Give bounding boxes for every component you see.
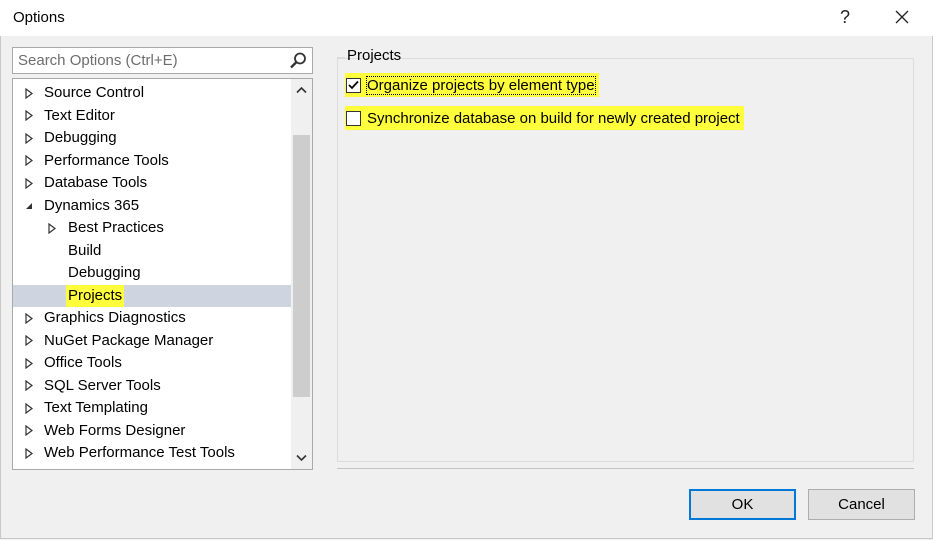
scroll-down-button[interactable] — [291, 447, 312, 469]
tree-item[interactable]: Source Control — [13, 82, 291, 105]
chevron-up-icon — [296, 86, 307, 94]
close-button[interactable] — [879, 0, 925, 34]
organize-projects-option[interactable]: Organize projects by element type — [345, 73, 599, 97]
expand-arrow-icon[interactable] — [23, 330, 35, 352]
tree-item[interactable]: Database Tools — [13, 172, 291, 195]
group-title: Projects — [347, 47, 402, 64]
tree-item-label: Text Templating — [44, 399, 148, 416]
expand-arrow-icon[interactable] — [23, 397, 35, 419]
tree-item[interactable]: Text Templating — [13, 397, 291, 420]
tree-list: Source Control Text Editor Debugging Perfor… — [13, 82, 291, 465]
search-input[interactable] — [13, 48, 288, 73]
scroll-thumb[interactable] — [293, 135, 310, 397]
help-button[interactable]: ? — [822, 0, 868, 34]
tree-item[interactable]: Debugging — [13, 127, 291, 150]
tree-item-label: Debugging — [68, 264, 141, 281]
chevron-down-icon — [296, 454, 307, 462]
window-title: Options — [13, 9, 65, 26]
tree-item[interactable]: Dynamics 365 — [13, 195, 291, 218]
expand-arrow-icon[interactable] — [23, 442, 35, 464]
expand-arrow-icon[interactable] — [23, 105, 35, 127]
tree-item[interactable]: Office Tools — [13, 352, 291, 375]
tree-item-label: NuGet Package Manager — [44, 331, 214, 349]
expand-arrow-icon[interactable] — [23, 352, 35, 374]
tree-item[interactable]: NuGet Package Manager — [13, 330, 291, 353]
organize-projects-checkbox[interactable] — [346, 77, 361, 93]
synchronize-database-label[interactable]: Synchronize database on build for newly … — [367, 110, 740, 127]
search-icon[interactable] — [288, 51, 308, 71]
tree-item[interactable]: Web Forms Designer — [13, 420, 291, 443]
tree-item-label: Source Control — [44, 84, 145, 101]
tree-item-label: Graphics Diagnostics — [44, 309, 186, 326]
organize-projects-label[interactable]: Organize projects by element type — [366, 75, 596, 95]
expand-arrow-icon[interactable] — [23, 172, 35, 194]
cancel-button[interactable]: Cancel — [808, 489, 915, 520]
tree-item[interactable]: Build — [13, 240, 291, 263]
tree-item-label: Performance Tools — [44, 151, 169, 169]
scroll-up-button[interactable] — [291, 79, 312, 101]
tree-item[interactable]: Graphics Diagnostics — [13, 307, 291, 330]
tree-item[interactable]: Projects — [13, 284, 291, 307]
expand-arrow-icon[interactable] — [23, 420, 35, 442]
tree-item-label: Office Tools — [44, 354, 122, 371]
checkmark-icon — [348, 80, 359, 90]
close-icon — [895, 10, 909, 24]
tree-item-label: Projects — [66, 284, 125, 307]
synchronize-database-option[interactable]: Synchronize database on build for newly … — [345, 106, 744, 130]
tree-item[interactable]: Text Editor — [13, 105, 291, 128]
tree-item[interactable]: SQL Server Tools — [13, 375, 291, 398]
expand-arrow-icon[interactable] — [46, 217, 58, 239]
title-bar: Options ? — [0, 0, 933, 36]
options-tree[interactable]: Source Control Text Editor Debugging Perfor… — [12, 78, 313, 470]
ok-button[interactable]: OK — [689, 489, 796, 520]
search-box[interactable] — [12, 47, 313, 74]
synchronize-database-checkbox[interactable] — [346, 110, 361, 126]
tree-item-label: Build — [68, 241, 102, 259]
tree-item[interactable]: Best Practices — [13, 217, 291, 240]
expand-arrow-icon[interactable] — [23, 127, 35, 149]
tree-scrollbar[interactable] — [291, 79, 312, 469]
tree-item-label: Best Practices — [68, 219, 164, 236]
tree-item-label: Text Editor — [44, 106, 115, 124]
tree-item[interactable]: Debugging — [13, 262, 291, 285]
expand-arrow-icon[interactable] — [23, 307, 35, 329]
tree-item-label: SQL Server Tools — [44, 376, 161, 394]
tree-item-label: Dynamics 365 — [44, 196, 140, 214]
tree-item-label: Web Forms Designer — [44, 421, 186, 439]
expand-arrow-icon[interactable] — [23, 375, 35, 397]
tree-item[interactable]: Performance Tools — [13, 150, 291, 173]
expand-arrow-icon[interactable] — [23, 150, 35, 172]
tree-item[interactable]: Web Performance Test Tools — [13, 442, 291, 465]
bottom-separator — [337, 468, 914, 469]
tree-item-label: Debugging — [44, 129, 117, 146]
tree-item-label: Web Performance Test Tools — [44, 444, 235, 461]
expand-arrow-icon[interactable] — [23, 82, 35, 104]
collapse-arrow-icon[interactable] — [23, 195, 35, 217]
tree-item-label: Database Tools — [44, 174, 148, 191]
